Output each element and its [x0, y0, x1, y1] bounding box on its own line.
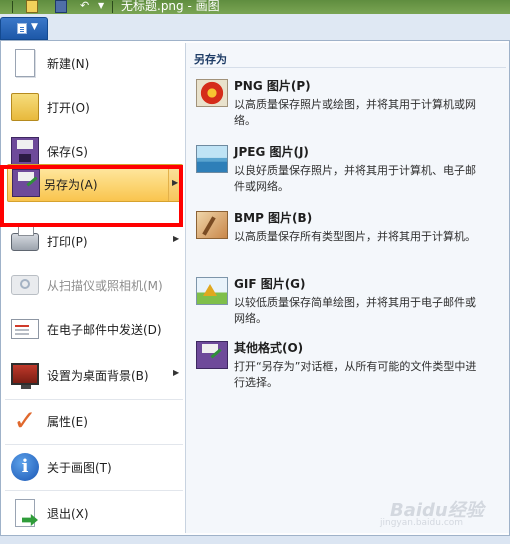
menu-separator — [5, 444, 183, 445]
menu-item-open[interactable]: 打开(O) — [5, 87, 185, 127]
submenu-header-divider — [190, 67, 506, 68]
paint-menu-document-icon — [17, 23, 27, 34]
undo-icon[interactable]: ↶ — [80, 0, 89, 13]
email-icon — [11, 319, 39, 339]
submenu-item-bmp[interactable]: BMP 图片(B) 以高质量保存所有类型图片，并将其用于计算机。 — [190, 205, 506, 267]
menu-item-label: 属性(E) — [47, 415, 88, 429]
chevron-right-icon: ▶ — [173, 234, 180, 243]
checkmark-icon: ✓ — [13, 404, 37, 437]
menu-item-label: 打印(P) — [47, 235, 88, 249]
menu-separator — [5, 399, 183, 400]
other-formats-icon — [196, 341, 228, 369]
menu-item-label: 在电子邮件中发送(D) — [47, 323, 162, 337]
new-document-icon — [15, 49, 35, 77]
menu-item-label: 设置为桌面背景(B) — [47, 369, 149, 383]
submenu-item-description: 以高质量保存所有类型图片，并将其用于计算机。 — [234, 230, 476, 243]
submenu-item-gif[interactable]: GIF 图片(G) 以较低质量保存简单绘图，并将其用于电子邮件或网络。 — [190, 271, 506, 333]
watermark: Baidu经验 jingyan.baidu.com — [380, 496, 484, 528]
open-folder-icon — [11, 93, 39, 121]
submenu-item-png[interactable]: PNG 图片(P) 以高质量保存照片或绘图，并将其用于计算机或网络。 — [190, 73, 506, 135]
gif-picture-icon — [196, 277, 228, 305]
png-picture-icon — [196, 79, 228, 107]
exit-icon — [15, 499, 35, 527]
ribbon-tab-bar — [0, 14, 510, 40]
menu-item-from-scanner: 从扫描仪或照相机(M) — [5, 265, 185, 305]
printer-icon — [11, 225, 39, 251]
menu-separator — [5, 490, 183, 491]
jpeg-picture-icon — [196, 145, 228, 173]
submenu-item-description: 以高质量保存照片或绘图，并将其用于计算机或网络。 — [234, 98, 476, 127]
menu-item-label: 关于画图(T) — [47, 461, 112, 475]
submenu-item-description: 打开“另存为”对话框，从所有可能的文件类型中进行选择。 — [234, 360, 477, 389]
title-separator — [112, 1, 113, 13]
submenu-item-title: BMP 图片(B) — [234, 211, 313, 225]
menu-item-label: 打开(O) — [47, 101, 90, 115]
menu-item-label: 从扫描仪或照相机(M) — [47, 279, 163, 293]
submenu-item-jpeg[interactable]: JPEG 图片(J) 以良好质量保存照片，并将其用于计算机、电子邮件或网络。 — [190, 139, 506, 201]
info-icon: i — [11, 453, 39, 481]
chevron-down-icon: ▼ — [31, 22, 38, 32]
window-title: 无标题.png - 画图 — [121, 0, 220, 13]
desktop-background-icon — [11, 363, 39, 389]
quick-access-dropdown-icon[interactable]: ▼ — [98, 0, 104, 13]
menu-item-send-email[interactable]: 在电子邮件中发送(D) — [5, 309, 185, 349]
submenu-item-title: GIF 图片(G) — [234, 277, 306, 291]
menu-item-label: 保存(S) — [47, 145, 88, 159]
annotation-highlight-box — [0, 165, 183, 227]
submenu-header: 另存为 — [194, 53, 227, 66]
menu-item-about[interactable]: i 关于画图(T) — [5, 447, 185, 487]
quick-access-separator — [12, 1, 13, 13]
quick-save-icon[interactable] — [55, 0, 67, 13]
submenu-item-title: JPEG 图片(J) — [234, 145, 309, 159]
chevron-right-icon: ▶ — [173, 368, 180, 377]
save-as-submenu: 另存为 PNG 图片(P) 以高质量保存照片或绘图，并将其用于计算机或网络。 J… — [185, 43, 509, 533]
paint-app-icon[interactable] — [26, 0, 38, 13]
menu-commands: 新建(N) 打开(O) 保存(S) 另存为(A) ▶ 打印(P) ▶ 从扫描仪或… — [1, 41, 185, 535]
menu-item-set-desktop-background[interactable]: 设置为桌面背景(B) ▶ — [5, 355, 185, 395]
menu-item-exit[interactable]: 退出(X) — [5, 493, 185, 533]
menu-item-new[interactable]: 新建(N) — [5, 43, 185, 83]
submenu-item-description: 以较低质量保存简单绘图，并将其用于电子邮件或网络。 — [234, 296, 476, 325]
bmp-picture-icon — [196, 211, 228, 239]
scanner-camera-icon — [11, 275, 39, 295]
menu-item-label: 新建(N) — [47, 57, 90, 71]
application-menu: 新建(N) 打开(O) 保存(S) 另存为(A) ▶ 打印(P) ▶ 从扫描仪或… — [0, 40, 510, 536]
window-bottom-strip — [0, 536, 510, 544]
submenu-item-other-formats[interactable]: 其他格式(O) 打开“另存为”对话框，从所有可能的文件类型中进行选择。 — [190, 335, 506, 397]
submenu-item-title: PNG 图片(P) — [234, 79, 311, 93]
watermark-subtext: jingyan.baidu.com — [380, 518, 464, 528]
submenu-item-description: 以良好质量保存照片，并将其用于计算机、电子邮件或网络。 — [234, 164, 476, 193]
paint-menu-button[interactable]: ▼ — [0, 17, 48, 40]
menu-item-properties[interactable]: ✓ 属性(E) — [5, 401, 185, 441]
menu-item-print[interactable]: 打印(P) ▶ — [5, 221, 185, 261]
title-bar: ↶ ▼ 无标题.png - 画图 — [0, 0, 510, 14]
menu-item-label: 退出(X) — [47, 507, 89, 521]
save-disk-icon — [11, 137, 39, 165]
submenu-item-title: 其他格式(O) — [234, 341, 304, 355]
